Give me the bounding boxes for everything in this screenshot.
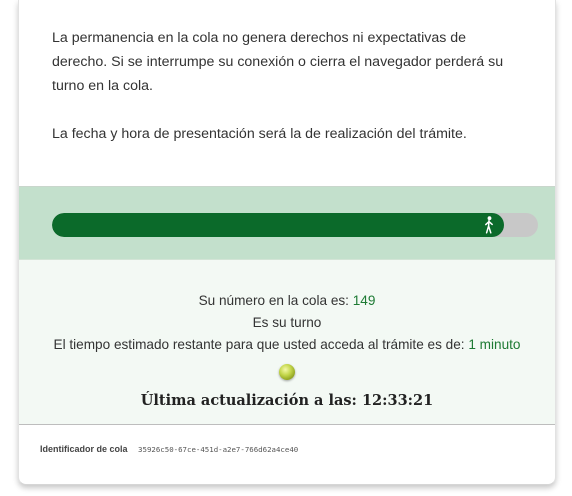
submission-date-notice: La fecha y hora de presentación será la … xyxy=(52,126,467,142)
queue-id-value: 35926c50-67ce-451d-a2e7-766d62a4ce40 xyxy=(138,445,299,454)
last-update-label: Última actualización a las: xyxy=(140,392,362,409)
status-light-icon xyxy=(279,364,295,380)
queue-position-number: 149 xyxy=(352,293,376,308)
status-indicator xyxy=(19,356,555,382)
last-update-time: 12:33:21 xyxy=(361,392,434,409)
turn-status-text: Es su turno xyxy=(252,315,322,330)
queue-status: Su número en la cola es: 149 Es su turno… xyxy=(19,260,555,424)
queue-position-label: Su número en la cola es: xyxy=(198,293,353,308)
queue-position-line: Su número en la cola es: 149 xyxy=(19,290,555,312)
queue-notice-text: La permanencia en la cola no genera dere… xyxy=(52,30,504,94)
queue-id-label: Identificador de cola xyxy=(40,444,128,454)
estimated-time-line: El tiempo estimado restante para que ust… xyxy=(19,334,555,356)
progress-section xyxy=(19,186,555,260)
queue-progress-bar xyxy=(52,213,538,237)
queue-card: La permanencia en la cola no genera dere… xyxy=(18,0,556,485)
last-update-line: Última actualización a las: 12:33:21 xyxy=(19,392,555,409)
estimated-time-value: 1 minuto xyxy=(468,337,521,352)
estimated-time-label: El tiempo estimado restante para que ust… xyxy=(53,337,469,352)
queue-progress-fill xyxy=(52,213,504,237)
queue-info: La permanencia en la cola no genera dere… xyxy=(19,0,555,186)
walking-person-icon xyxy=(485,216,493,234)
queue-id-footer: Identificador de cola 35926c50-67ce-451d… xyxy=(19,424,555,483)
